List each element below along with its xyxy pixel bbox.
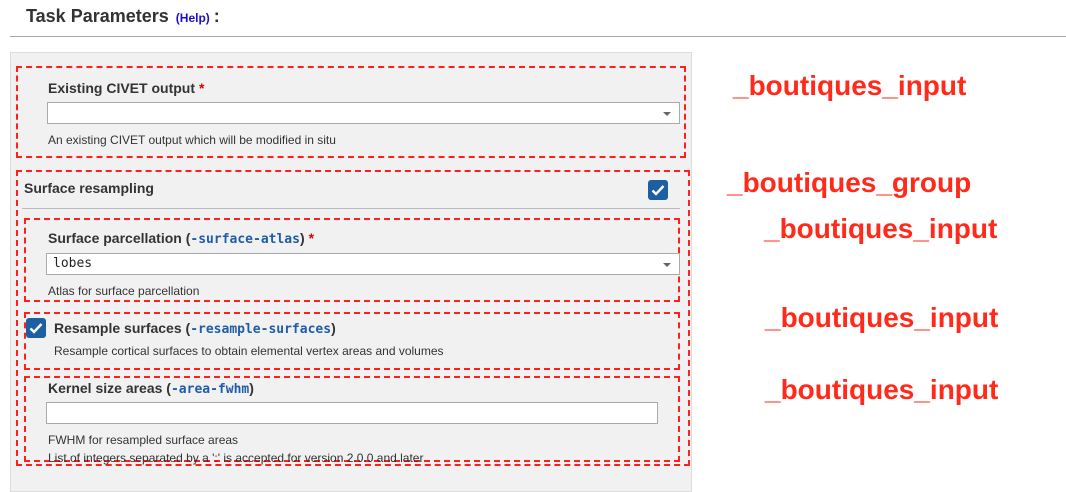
kernel-size-areas-description-2: List of integers separated by a ':' is a…: [48, 451, 424, 465]
group-divider: [22, 208, 680, 209]
surface-parcellation-label: Surface parcellation (-surface-atlas) *: [48, 230, 314, 247]
help-link[interactable]: (Help): [176, 11, 210, 25]
flag-resample-surfaces: -resample-surfaces: [190, 322, 332, 337]
annotation-boutiques-group: _boutiques_group: [727, 167, 972, 198]
annotation-boutiques-input-1: _boutiques_input: [733, 70, 967, 101]
annotation-boutiques-input-4: _boutiques_input: [765, 374, 999, 405]
task-parameters-header: Task Parameters (Help):: [26, 6, 220, 27]
required-marker: *: [308, 230, 315, 246]
page-title: Task Parameters: [26, 6, 169, 26]
flag-surface-atlas: -surface-atlas: [190, 232, 300, 247]
chevron-down-icon: [663, 112, 671, 116]
header-colon: :: [213, 6, 220, 26]
label-close-paren: ): [299, 230, 305, 246]
civet-output-description: An existing CIVET output which will be m…: [48, 133, 336, 147]
kernel-size-areas-description: FWHM for resampled surface areas: [48, 433, 239, 447]
kernel-size-areas-label-text: Kernel size areas (: [48, 380, 171, 396]
checkmark-icon: [29, 323, 43, 334]
checkmark-icon: [651, 185, 665, 196]
surface-parcellation-select[interactable]: lobes: [46, 253, 680, 275]
resample-surfaces-checkbox[interactable]: [26, 318, 46, 338]
header-divider: [10, 36, 1066, 37]
surface-parcellation-label-text: Surface parcellation (: [48, 230, 191, 246]
chevron-down-icon: [663, 263, 671, 267]
label-close-paren: ): [249, 380, 254, 396]
resample-surfaces-label-text: Resample surfaces (: [54, 320, 191, 336]
resample-surfaces-description: Resample cortical surfaces to obtain ele…: [54, 344, 444, 358]
group-toggle-checkbox[interactable]: [648, 180, 668, 200]
required-marker: *: [199, 80, 205, 96]
surface-parcellation-value: lobes: [53, 256, 93, 271]
label-close-paren: ): [331, 320, 336, 336]
annotation-boutiques-input-3: _boutiques_input: [765, 302, 999, 333]
group-title-surface-resampling: Surface resampling: [24, 180, 154, 196]
resample-surfaces-label: Resample surfaces (-resample-surfaces): [54, 320, 336, 337]
annotation-boutiques-input-2: _boutiques_input: [764, 213, 998, 244]
civet-output-label-text: Existing CIVET output: [48, 80, 195, 96]
kernel-size-areas-label: Kernel size areas (-area-fwhm): [48, 380, 254, 397]
civet-output-label: Existing CIVET output *: [48, 80, 204, 96]
flag-area-fwhm: -area-fwhm: [170, 382, 250, 397]
civet-output-select[interactable]: [47, 102, 680, 124]
kernel-size-areas-input[interactable]: [46, 402, 658, 424]
surface-parcellation-description: Atlas for surface parcellation: [48, 284, 200, 298]
